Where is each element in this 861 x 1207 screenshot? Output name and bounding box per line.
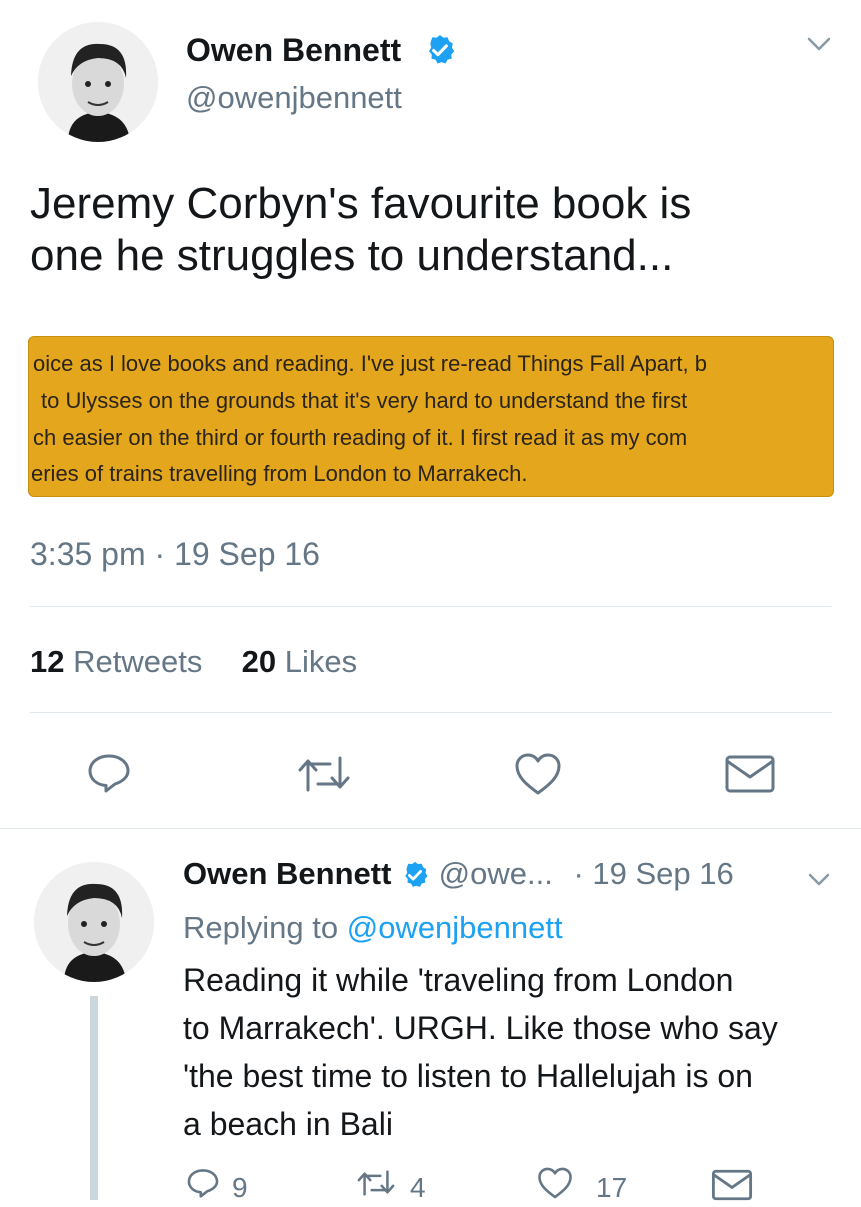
image-text-line: ch easier on the third or fourth reading… xyxy=(33,425,688,450)
reply-avatar[interactable] xyxy=(34,862,154,982)
main-author-handle[interactable]: @owenjbennett xyxy=(186,80,402,116)
image-text-line: oice as I love books and reading. I've j… xyxy=(33,351,707,376)
likes-stat[interactable]: 20 Likes xyxy=(242,644,357,679)
reply-text-line: Reading it while 'traveling from London xyxy=(183,962,734,998)
reply-author-handle[interactable]: @owe... xyxy=(439,856,553,891)
verified-badge-icon xyxy=(400,858,430,894)
replying-to-label: Replying to xyxy=(183,910,339,945)
avatar-image xyxy=(34,862,154,982)
reply-icon xyxy=(187,1169,219,1198)
main-tweet-text-line: one he struggles to understand... xyxy=(30,231,674,280)
retweet-icon xyxy=(298,756,350,792)
heart-icon xyxy=(538,1167,572,1199)
retweet-button[interactable] xyxy=(296,752,352,796)
envelope-icon xyxy=(725,755,775,793)
heart-icon xyxy=(515,753,561,795)
chevron-down-icon[interactable] xyxy=(805,33,833,60)
image-text-line: to Ulysses on the grounds that it's very… xyxy=(41,388,688,413)
reply-text-line: a beach in Bali xyxy=(183,1106,393,1142)
reply-tweet-text: Reading it while 'traveling from London … xyxy=(183,956,778,1148)
main-author-name[interactable]: Owen Bennett xyxy=(186,32,401,69)
reply-text-line: 'the best time to listen to Hallelujah i… xyxy=(183,1058,753,1094)
likes-label: Likes xyxy=(284,644,358,679)
avatar-image xyxy=(38,22,158,142)
thread-connector-line xyxy=(90,996,98,1200)
reply-header: Owen Bennett @owe... · 19 Sep 16 xyxy=(183,856,734,894)
reply-date[interactable]: · 19 Sep 16 xyxy=(573,856,733,891)
reply-text-line: to Marrakech'. URGH. Like those who say xyxy=(183,1010,778,1046)
image-text-line: eries of trains travelling from London t… xyxy=(31,461,528,486)
divider xyxy=(30,712,832,713)
tweet-timestamp[interactable]: 3:35 pm · 19 Sep 16 xyxy=(30,536,320,573)
reply-like-button[interactable]: 17 xyxy=(536,1166,627,1203)
divider xyxy=(30,606,832,607)
verified-badge-icon xyxy=(423,33,457,72)
retweets-label: Retweets xyxy=(73,644,203,679)
main-avatar[interactable] xyxy=(38,22,158,142)
tweet-image[interactable]: oice as I love books and reading. I've j… xyxy=(28,336,834,497)
retweet-icon xyxy=(357,1170,395,1196)
retweets-stat[interactable]: 12 Retweets xyxy=(30,644,211,679)
envelope-icon xyxy=(711,1169,753,1201)
main-tweet-text: Jeremy Corbyn's favourite book is one he… xyxy=(30,178,691,282)
reply-author-name[interactable]: Owen Bennett xyxy=(183,856,391,891)
direct-message-button[interactable] xyxy=(722,752,778,796)
retweet-count: 12 xyxy=(30,644,65,679)
reply-retweet-button[interactable]: 4 xyxy=(356,1166,426,1203)
reply-like-count: 17 xyxy=(596,1172,628,1203)
main-tweet-text-line: Jeremy Corbyn's favourite book is xyxy=(30,179,692,228)
reply-icon xyxy=(88,754,130,793)
tweet-stats: 12 Retweets 20 Likes xyxy=(30,644,357,680)
divider xyxy=(0,828,861,829)
replying-to: Replying to @owenjbennett xyxy=(183,910,563,946)
chevron-down-icon[interactable] xyxy=(806,870,832,895)
like-count: 20 xyxy=(241,644,277,679)
reply-retweet-count: 4 xyxy=(410,1172,426,1203)
reply-reply-count: 9 xyxy=(232,1172,248,1203)
reply-button[interactable] xyxy=(84,750,134,796)
like-button[interactable] xyxy=(512,750,564,798)
reply-dm-button[interactable] xyxy=(710,1168,754,1201)
replying-to-handle[interactable]: @owenjbennett xyxy=(347,910,563,945)
reply-reply-button[interactable]: 9 xyxy=(186,1166,248,1203)
